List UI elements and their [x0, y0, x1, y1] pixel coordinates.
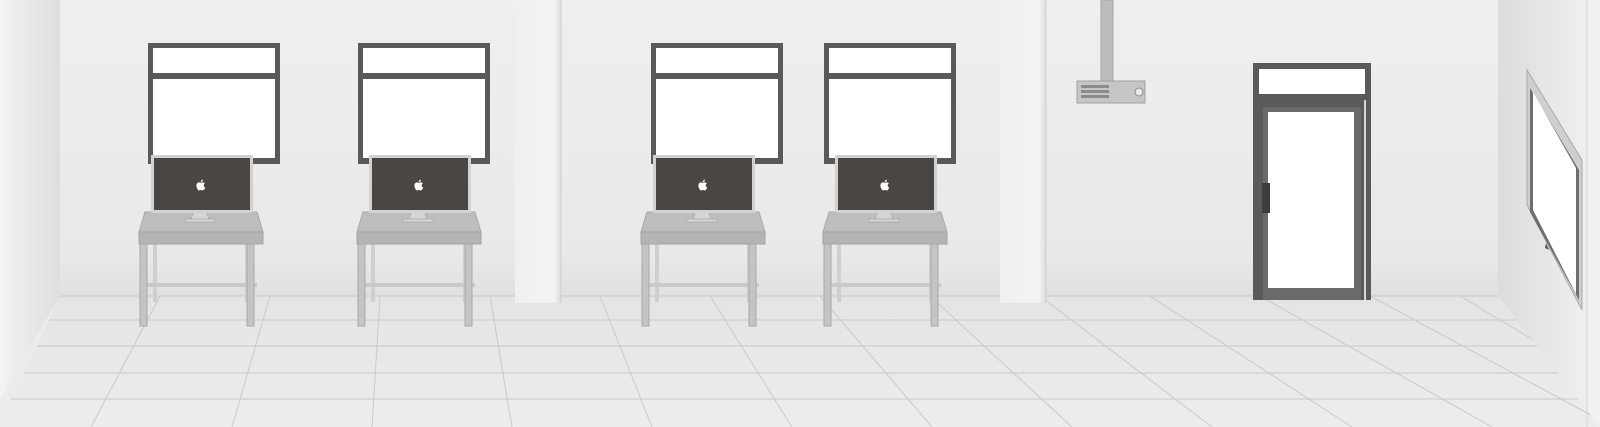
window-4 — [824, 43, 956, 164]
window-transom-glass — [656, 48, 778, 73]
monitor-base — [868, 218, 900, 223]
desk-leg — [464, 243, 473, 327]
projector-lens-icon — [1134, 87, 1144, 97]
window-transom-glass — [153, 48, 275, 73]
window-glass — [363, 79, 485, 158]
desk-leg — [139, 243, 148, 327]
classroom-scene — [0, 0, 1600, 427]
desk-leg — [371, 240, 375, 302]
window-transom-glass — [363, 48, 485, 73]
desk-apron — [138, 231, 264, 245]
monitor[interactable] — [369, 155, 471, 213]
pillar-right — [1000, 0, 1047, 303]
monitor-base — [686, 218, 718, 223]
classroom-door[interactable] — [1253, 63, 1371, 300]
monitor-base — [402, 218, 434, 223]
projector-vent-icon — [1081, 85, 1109, 98]
desk-crossbar — [145, 283, 257, 287]
floor — [0, 296, 1600, 427]
window-glass — [829, 79, 951, 158]
desk-apron — [822, 231, 948, 245]
desk-leg — [655, 240, 659, 302]
window-1 — [148, 43, 280, 164]
desk-apron — [356, 231, 482, 245]
desk-leg — [837, 240, 841, 302]
desk-crossbar — [363, 283, 475, 287]
desk-leg — [153, 240, 157, 302]
desk-leg — [357, 243, 366, 327]
window-3 — [651, 43, 783, 164]
monitor-base — [184, 218, 216, 223]
monitor[interactable] — [835, 155, 937, 213]
desk-leg — [641, 243, 650, 327]
projector-mount-pole — [1100, 0, 1114, 83]
desk-crossbar — [647, 283, 759, 287]
desk-crossbar — [829, 283, 941, 287]
desk-leg — [748, 243, 757, 327]
room-svg — [0, 0, 1600, 427]
door-transom-glass — [1259, 69, 1365, 94]
door-handle-icon[interactable] — [1262, 183, 1270, 213]
desk-apron — [640, 231, 766, 245]
door-glass — [1268, 112, 1354, 288]
monitor[interactable] — [653, 155, 755, 213]
window-glass — [153, 79, 275, 158]
pillar-left — [515, 0, 562, 303]
window-glass — [656, 79, 778, 158]
desk-leg — [823, 243, 832, 327]
desk-leg — [246, 243, 255, 327]
window-transom-glass — [829, 48, 951, 73]
desk-leg — [930, 243, 939, 327]
window-2 — [358, 43, 490, 164]
monitor[interactable] — [151, 155, 253, 213]
